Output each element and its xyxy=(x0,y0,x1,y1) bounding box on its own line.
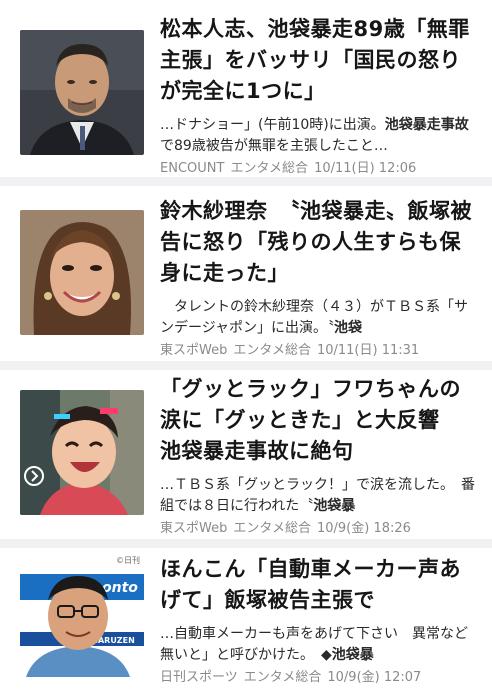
article-date: 10/11(日) 12:06 xyxy=(314,161,417,176)
divider xyxy=(0,361,492,370)
article-meta: 東スポWeb エンタメ総合 10/11(日) 11:31 xyxy=(160,342,478,360)
news-item[interactable]: 松本人志、池袋暴走89歳「無罪主張」をバッサリ「国民の怒りが完全に1つに」 …ド… xyxy=(0,0,492,177)
article-text: 鈴木紗理奈 〝池袋暴走〟飯塚被告に怒り「残りの人生すらも保身に走った」 タレント… xyxy=(160,196,478,360)
person-photo-icon xyxy=(20,210,144,335)
article-source: 東スポWeb xyxy=(160,343,228,358)
article-headline[interactable]: 松本人志、池袋暴走89歳「無罪主張」をバッサリ「国民の怒りが完全に1つに」 xyxy=(160,14,478,107)
article-source: 日刊スポーツ xyxy=(160,670,238,685)
person-photo-icon xyxy=(20,390,144,515)
person-photo-icon: onto MARUZEN ©日刊 xyxy=(20,552,144,677)
divider xyxy=(0,177,492,186)
article-category: エンタメ総合 xyxy=(233,521,311,536)
svg-text:onto: onto xyxy=(102,580,138,596)
article-thumbnail[interactable] xyxy=(20,210,144,335)
article-thumbnail[interactable] xyxy=(20,30,144,155)
article-source: 東スポWeb xyxy=(160,521,228,536)
article-headline[interactable]: 「グッとラック」フワちゃんの涙に「グッときた」と大反響 池袋暴走事故に絶句 xyxy=(160,374,478,467)
article-headline[interactable]: 鈴木紗理奈 〝池袋暴走〟飯塚被告に怒り「残りの人生すらも保身に走った」 xyxy=(160,196,478,289)
article-thumbnail[interactable]: onto MARUZEN ©日刊 xyxy=(20,552,144,677)
article-thumbnail[interactable] xyxy=(20,390,144,515)
article-date: 10/9(金) 18:26 xyxy=(316,521,411,536)
article-snippet: …自動車メーカーも声をあげて下さい 異常など無いと」と呼びかけた。 ◆池袋暴 xyxy=(160,626,468,663)
news-feed: 松本人志、池袋暴走89歳「無罪主張」をバッサリ「国民の怒りが完全に1つに」 …ド… xyxy=(0,0,492,700)
article-meta: ENCOUNT エンタメ総合 10/11(日) 12:06 xyxy=(160,160,478,178)
news-item[interactable]: 「グッとラック」フワちゃんの涙に「グッときた」と大反響 池袋暴走事故に絶句 …Ｔ… xyxy=(0,370,492,539)
article-snippet: …ＴＢＳ系「グッとラック！」で涙を流した。 番組では８日に行われた〝池袋暴 xyxy=(160,477,475,514)
article-text: 松本人志、池袋暴走89歳「無罪主張」をバッサリ「国民の怒りが完全に1つに」 …ド… xyxy=(160,14,478,178)
article-meta: 日刊スポーツ エンタメ総合 10/9(金) 12:07 xyxy=(160,669,478,687)
article-category: エンタメ総合 xyxy=(230,161,309,176)
person-photo-icon xyxy=(20,30,144,155)
article-meta: 東スポWeb エンタメ総合 10/9(金) 18:26 xyxy=(160,520,478,538)
divider xyxy=(0,539,492,548)
article-text: ほんこん「自動車メーカー声あげて」飯塚被告主張で …自動車メーカーも声をあげて下… xyxy=(160,554,478,687)
article-headline[interactable]: ほんこん「自動車メーカー声あげて」飯塚被告主張で xyxy=(160,554,478,616)
article-snippet: …ドナショー」(午前10時)に出演。池袋暴走事故で89歳被告が無罪を主張したこと… xyxy=(160,117,469,154)
article-date: 10/9(金) 12:07 xyxy=(327,670,422,685)
article-category: エンタメ総合 xyxy=(233,343,311,358)
article-text: 「グッとラック」フワちゃんの涙に「グッときた」と大反響 池袋暴走事故に絶句 …Ｔ… xyxy=(160,374,478,538)
article-category: エンタメ総合 xyxy=(243,670,322,685)
news-item[interactable]: onto MARUZEN ©日刊 ほんこん「自動車メーカー声あげて」飯塚被告主張… xyxy=(0,548,492,700)
article-source: ENCOUNT xyxy=(160,161,225,176)
article-snippet: タレントの鈴木紗理奈（４３）がＴＢＳ系「サンデージャポン」に出演。〝池袋 xyxy=(160,299,468,336)
photo-credit: ©日刊 xyxy=(116,556,140,565)
news-item[interactable]: 鈴木紗理奈 〝池袋暴走〟飯塚被告に怒り「残りの人生すらも保身に走った」 タレント… xyxy=(0,186,492,361)
article-date: 10/11(日) 11:31 xyxy=(316,343,420,358)
